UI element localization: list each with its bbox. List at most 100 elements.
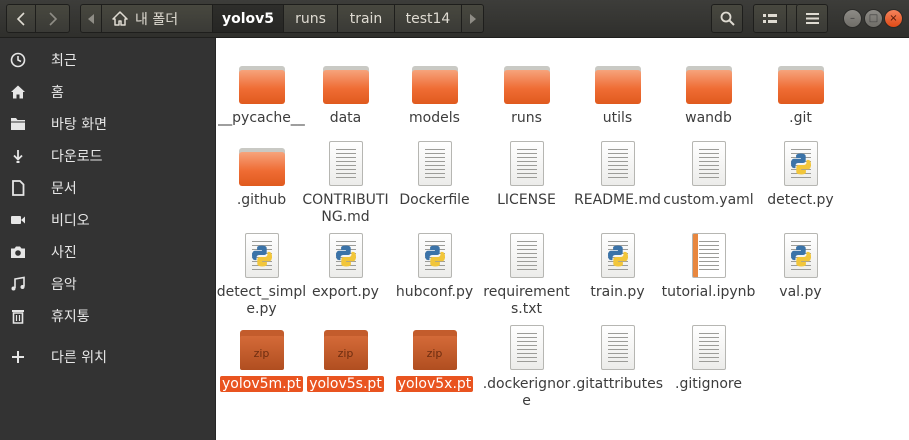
file-item[interactable]: export.py <box>298 226 393 301</box>
text-file-icon <box>509 141 544 186</box>
header-bar: 내 폴더 yolov5 runs train test14 – □ × <box>0 0 909 38</box>
folder-item[interactable]: data <box>298 52 393 127</box>
sidebar-item-downloads[interactable]: 다운로드 <box>0 140 215 172</box>
zip-badge: zip <box>239 336 284 370</box>
breadcrumb-label: runs <box>295 10 326 27</box>
file-item[interactable]: .gitignore <box>661 318 756 393</box>
folder-item[interactable]: models <box>387 52 482 127</box>
file-item[interactable]: zip yolov5x.pt <box>387 318 482 393</box>
zip-badge: zip <box>323 336 368 370</box>
file-item[interactable]: zip yolov5m.pt <box>214 318 309 393</box>
sidebar-item-label: 다운로드 <box>51 149 103 165</box>
folder-item[interactable]: __pycache__ <box>214 52 309 127</box>
sidebar-item-trash[interactable]: 휴지통 <box>0 300 215 332</box>
file-name: .git <box>789 110 812 126</box>
python-logo <box>790 245 811 266</box>
sidebar-item-videos[interactable]: 비디오 <box>0 204 215 236</box>
python-file-icon <box>783 233 818 278</box>
file-item[interactable]: detect.py <box>753 134 848 209</box>
folder-item[interactable]: .github <box>214 134 309 209</box>
minimize-button[interactable]: – <box>843 9 862 28</box>
breadcrumb-yolov5[interactable]: yolov5 <box>213 4 284 33</box>
text-file-icon <box>509 233 544 278</box>
search-button[interactable] <box>711 4 743 33</box>
file-name: detect.py <box>767 192 834 208</box>
file-item[interactable]: .gitattributes <box>570 318 665 393</box>
file-name: .dockerignore <box>482 376 571 409</box>
folder-item[interactable]: wandb <box>661 52 756 127</box>
breadcrumb-label: test14 <box>405 10 451 27</box>
python-logo <box>424 245 445 266</box>
sidebar-item-documents[interactable]: 문서 <box>0 172 215 204</box>
file-item[interactable]: custom.yaml <box>661 134 756 209</box>
close-button[interactable]: × <box>884 9 903 28</box>
file-name: export.py <box>312 284 379 300</box>
document-icon <box>0 180 36 196</box>
file-name: utils <box>602 110 633 126</box>
zip-badge: zip <box>412 336 457 370</box>
file-item[interactable]: train.py <box>570 226 665 301</box>
home-icon <box>0 84 36 100</box>
hamburger-menu-icon <box>805 13 819 24</box>
sidebar-item-pictures[interactable]: 사진 <box>0 236 215 268</box>
search-icon <box>720 11 735 26</box>
file-item[interactable]: hubconf.py <box>387 226 482 301</box>
breadcrumb-label: yolov5 <box>221 10 275 27</box>
python-logo <box>335 245 356 266</box>
notebook-file-icon <box>691 233 726 278</box>
file-item[interactable]: LICENSE <box>479 134 574 209</box>
maximize-icon: □ <box>868 13 879 24</box>
python-file-icon <box>783 141 818 186</box>
clock-icon <box>0 52 36 68</box>
file-item[interactable]: .dockerignore <box>479 318 574 410</box>
file-item[interactable]: requirements.txt <box>479 226 574 318</box>
file-item[interactable]: val.py <box>753 226 848 301</box>
breadcrumb-scroll-right[interactable] <box>462 4 484 33</box>
file-item[interactable]: README.md <box>570 134 665 209</box>
forward-button[interactable] <box>36 4 70 33</box>
file-item[interactable]: zip yolov5s.pt <box>298 318 393 393</box>
text-file-icon <box>600 141 635 186</box>
file-name: yolov5x.pt <box>395 376 474 392</box>
sidebar-item-music[interactable]: 음악 <box>0 268 215 300</box>
music-icon <box>0 276 36 292</box>
breadcrumb-scroll-left[interactable] <box>80 4 102 33</box>
breadcrumb-runs[interactable]: runs <box>284 4 338 33</box>
folder-item[interactable]: utils <box>570 52 665 127</box>
sidebar-item-label: 최근 <box>51 53 77 69</box>
menu-button[interactable] <box>796 4 828 33</box>
file-name: custom.yaml <box>663 192 754 208</box>
breadcrumb-home[interactable]: 내 폴더 <box>102 4 213 33</box>
file-name: models <box>409 110 460 126</box>
text-file-icon <box>417 141 452 186</box>
sidebar-item-label: 사진 <box>51 245 77 261</box>
folder-icon <box>238 148 285 186</box>
python-file-icon <box>328 233 363 278</box>
breadcrumb-test14[interactable]: test14 <box>395 4 462 33</box>
sidebar-item-other-locations[interactable]: 다른 위치 <box>0 341 215 373</box>
zip-archive-icon: zip <box>239 330 284 370</box>
sidebar-item-home[interactable]: 홈 <box>0 76 215 108</box>
file-name: detect_simple.py <box>216 284 307 317</box>
sidebar-item-desktop[interactable]: 바탕 화면 <box>0 108 215 140</box>
file-name: __pycache__ <box>218 110 305 126</box>
file-item[interactable]: Dockerfile <box>387 134 482 209</box>
folder-icon <box>685 66 732 104</box>
file-name: tutorial.ipynb <box>661 284 756 300</box>
breadcrumb: 내 폴더 yolov5 runs train test14 <box>80 4 484 33</box>
file-item[interactable]: detect_simple.py <box>214 226 309 318</box>
breadcrumb-home-label: 내 폴더 <box>135 11 179 28</box>
file-item[interactable]: CONTRIBUTING.md <box>298 134 393 226</box>
file-name: val.py <box>779 284 822 300</box>
file-name: yolov5m.pt <box>220 376 303 392</box>
folder-item[interactable]: runs <box>479 52 574 127</box>
back-button[interactable] <box>6 4 36 33</box>
file-item[interactable]: tutorial.ipynb <box>661 226 756 301</box>
file-name: README.md <box>574 192 661 208</box>
folder-item[interactable]: .git <box>753 52 848 127</box>
python-file-icon <box>600 233 635 278</box>
sidebar-item-recent[interactable]: 최근 <box>0 44 215 76</box>
view-mode-button[interactable] <box>753 4 787 33</box>
breadcrumb-train[interactable]: train <box>338 4 395 33</box>
maximize-button[interactable]: □ <box>864 9 883 28</box>
